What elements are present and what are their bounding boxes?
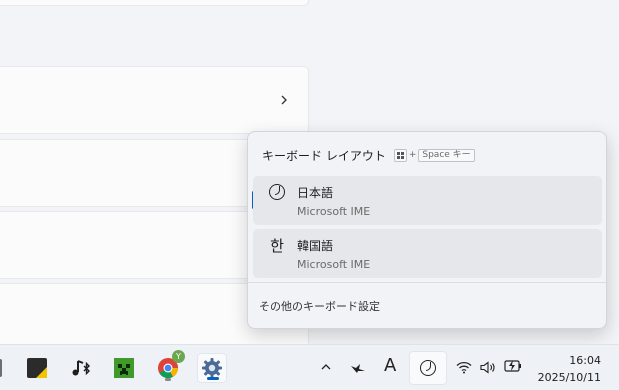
- wifi-icon[interactable]: [456, 359, 472, 379]
- clock-time: 16:04: [569, 354, 601, 367]
- layout-item-sub: Microsoft IME: [297, 205, 371, 218]
- running-indicator: [165, 378, 171, 381]
- taskbar: Y A 16:04 2025/10/11: [0, 344, 619, 390]
- space-key-label: Space キー: [418, 148, 475, 162]
- layout-item-name: 日本語: [297, 186, 334, 200]
- music-bluetooth-app-icon[interactable]: [66, 353, 96, 383]
- ime-mode-icon[interactable]: A: [384, 356, 396, 376]
- ime-japanese-icon: [267, 182, 287, 202]
- volume-icon[interactable]: [480, 359, 496, 379]
- flyout-header: キーボード レイアウト + Space キー: [262, 146, 475, 164]
- active-app-indicator: [207, 377, 219, 380]
- settings-card-1[interactable]: [0, 66, 309, 134]
- chevron-up-icon[interactable]: [320, 358, 332, 378]
- chrome-profile-badge: Y: [172, 350, 185, 363]
- more-keyboard-settings-link[interactable]: その他のキーボード設定: [259, 298, 380, 314]
- layout-item-sub: Microsoft IME: [297, 258, 371, 271]
- clock-date: 2025/10/11: [537, 371, 601, 384]
- layout-item-korean[interactable]: 한 韓国語 Microsoft IME: [253, 229, 602, 278]
- minecraft-app-icon[interactable]: [109, 353, 139, 383]
- ime-japanese-tray-icon[interactable]: [409, 351, 447, 385]
- ime-korean-icon: 한: [270, 236, 284, 255]
- shortcut-plus: +: [408, 150, 417, 160]
- sticky-notes-app-icon[interactable]: [22, 353, 52, 383]
- chrome-app-icon[interactable]: Y: [153, 350, 185, 383]
- windows-key-icon: [393, 148, 407, 162]
- chevron-right-icon[interactable]: [278, 94, 290, 106]
- layout-item-name: 韓国語: [297, 239, 334, 253]
- flyout-title: キーボード レイアウト: [262, 148, 386, 163]
- flyout-divider: [248, 282, 606, 283]
- tray-app-icon[interactable]: [350, 359, 366, 379]
- settings-app-icon[interactable]: [197, 353, 227, 383]
- taskbar-app-partial[interactable]: [0, 353, 6, 383]
- shortcut-hint: + Space キー: [393, 148, 475, 162]
- keyboard-layout-flyout: キーボード レイアウト + Space キー 日本語 Microsoft IME…: [247, 131, 607, 329]
- system-clock[interactable]: 16:04 2025/10/11: [538, 352, 601, 386]
- battery-charging-icon[interactable]: [504, 358, 522, 378]
- layout-item-japanese[interactable]: 日本語 Microsoft IME: [253, 176, 602, 225]
- settings-card-top: [0, 0, 309, 6]
